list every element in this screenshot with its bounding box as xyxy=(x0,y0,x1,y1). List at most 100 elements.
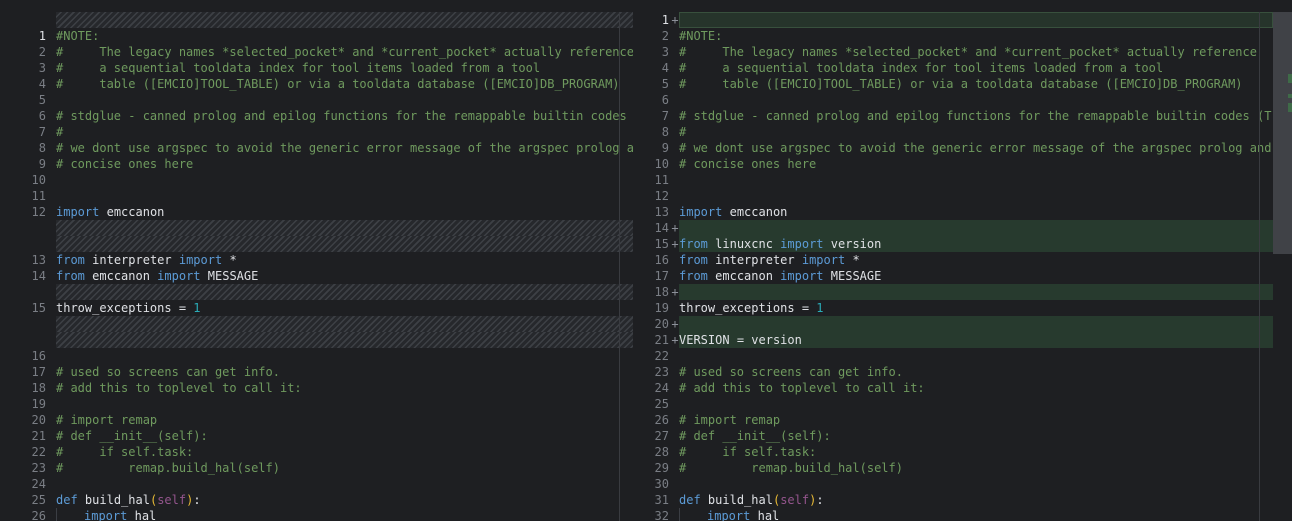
code-text[interactable]: # a sequential tooldata index for tool i… xyxy=(679,60,1163,76)
code-line[interactable]: 23 # used so screens can get info. xyxy=(645,364,1273,380)
code-text[interactable]: import hal xyxy=(679,508,779,521)
code-text[interactable]: # def __init__(self): xyxy=(56,428,208,444)
code-line[interactable]: 26 import hal xyxy=(0,508,633,521)
code-text[interactable]: import emccanon xyxy=(56,204,164,220)
code-line[interactable]: 19 throw_exceptions = 1 xyxy=(645,300,1273,316)
code-text[interactable]: # The legacy names *selected_pocket* and… xyxy=(56,44,633,60)
code-text[interactable]: # add this to toplevel to call it: xyxy=(56,380,302,396)
code-text[interactable]: # table ([EMCIO]TOOL_TABLE) or via a too… xyxy=(679,76,1243,92)
added-code-line[interactable]: 18 + xyxy=(645,284,1273,300)
code-line[interactable]: 8 # xyxy=(645,124,1273,140)
code-text[interactable]: # import remap xyxy=(679,412,780,428)
code-line[interactable]: 21 # def __init__(self): xyxy=(0,428,633,444)
code-line[interactable]: 1 #NOTE: xyxy=(0,28,633,44)
code-line[interactable]: 6 # stdglue - canned prolog and epilog fu… xyxy=(0,108,633,124)
code-line[interactable]: 25 xyxy=(645,396,1273,412)
code-text[interactable]: # if self.task: xyxy=(679,444,816,460)
code-line[interactable]: 12 xyxy=(645,188,1273,204)
code-line[interactable]: 3 # The legacy names *selected_pocket* an… xyxy=(645,44,1273,60)
code-line[interactable]: 10 xyxy=(0,172,633,188)
code-line[interactable]: 16 from interpreter import * xyxy=(645,252,1273,268)
code-line[interactable]: 16 xyxy=(0,348,633,364)
code-line[interactable]: 13 import emccanon xyxy=(645,204,1273,220)
code-text[interactable]: VERSION = version xyxy=(679,332,802,348)
scrollbar-thumb[interactable] xyxy=(1273,12,1292,254)
code-text[interactable]: # def __init__(self): xyxy=(679,428,831,444)
code-text[interactable]: def build_hal(self): xyxy=(56,492,201,508)
code-text[interactable]: # concise ones here xyxy=(56,156,193,172)
code-line[interactable]: 29 # remap.build_hal(self) xyxy=(645,460,1273,476)
code-line[interactable]: 32 import hal xyxy=(645,508,1273,521)
code-line[interactable]: 6 xyxy=(645,92,1273,108)
code-line[interactable]: 9 # concise ones here xyxy=(0,156,633,172)
code-text[interactable]: from linuxcnc import version xyxy=(679,236,881,252)
code-text[interactable]: #NOTE: xyxy=(679,28,722,44)
code-text[interactable]: def build_hal(self): xyxy=(679,492,824,508)
code-text[interactable]: import emccanon xyxy=(679,204,787,220)
change-marker[interactable] xyxy=(1288,74,1292,83)
code-text[interactable]: # a sequential tooldata index for tool i… xyxy=(56,60,540,76)
code-text[interactable]: # remap.build_hal(self) xyxy=(679,460,903,476)
change-marker[interactable] xyxy=(1288,103,1292,112)
code-text[interactable]: # The legacy names *selected_pocket* and… xyxy=(679,44,1257,60)
code-line[interactable]: 1 + xyxy=(645,12,1273,28)
code-line[interactable]: 22 xyxy=(645,348,1273,364)
code-line[interactable]: 25 def build_hal(self): xyxy=(0,492,633,508)
code-line[interactable]: 5 xyxy=(0,92,633,108)
code-line[interactable]: 30 xyxy=(645,476,1273,492)
added-code-line[interactable]: 21 + VERSION = version xyxy=(645,332,1273,348)
code-text[interactable]: # import remap xyxy=(56,412,157,428)
code-text[interactable]: # concise ones here xyxy=(679,156,816,172)
code-text[interactable]: # used so screens can get info. xyxy=(679,364,903,380)
code-line[interactable]: 7 # stdglue - canned prolog and epilog fu… xyxy=(645,108,1273,124)
code-text[interactable]: throw_exceptions = 1 xyxy=(679,300,824,316)
code-text[interactable]: # add this to toplevel to call it: xyxy=(679,380,925,396)
change-marker[interactable] xyxy=(1288,94,1292,98)
code-line[interactable]: 11 xyxy=(0,188,633,204)
code-line[interactable]: 28 # if self.task: xyxy=(645,444,1273,460)
code-line[interactable]: 18 # add this to toplevel to call it: xyxy=(0,380,633,396)
code-line[interactable]: 17 from emccanon import MESSAGE xyxy=(645,268,1273,284)
code-text[interactable]: # we dont use argspec to avoid the gener… xyxy=(56,140,633,156)
added-code-line[interactable]: 15 + from linuxcnc import version xyxy=(645,236,1273,252)
code-line[interactable]: 10 # concise ones here xyxy=(645,156,1273,172)
code-line[interactable]: 4 # a sequential tooldata index for tool … xyxy=(645,60,1273,76)
vertical-scrollbar[interactable] xyxy=(1273,12,1292,521)
code-text[interactable]: from emccanon import MESSAGE xyxy=(56,268,258,284)
code-line[interactable]: 12 import emccanon xyxy=(0,204,633,220)
code-line[interactable]: 8 # we dont use argspec to avoid the gene… xyxy=(0,140,633,156)
code-line[interactable]: 11 xyxy=(645,172,1273,188)
code-line[interactable]: 23 # remap.build_hal(self) xyxy=(0,460,633,476)
code-line[interactable]: 24 # add this to toplevel to call it: xyxy=(645,380,1273,396)
code-line[interactable]: 5 # table ([EMCIO]TOOL_TABLE) or via a to… xyxy=(645,76,1273,92)
code-line[interactable]: 3 # a sequential tooldata index for tool … xyxy=(0,60,633,76)
code-line[interactable]: 7 # xyxy=(0,124,633,140)
code-text[interactable]: #NOTE: xyxy=(56,28,99,44)
code-text[interactable]: import hal xyxy=(56,508,156,521)
code-line[interactable]: 9 # we dont use argspec to avoid the gene… xyxy=(645,140,1273,156)
code-text[interactable]: # stdglue - canned prolog and epilog fun… xyxy=(679,108,1273,124)
code-line[interactable]: 4 # table ([EMCIO]TOOL_TABLE) or via a to… xyxy=(0,76,633,92)
code-line[interactable]: 15 throw_exceptions = 1 xyxy=(0,300,633,316)
code-text[interactable]: # table ([EMCIO]TOOL_TABLE) or via a too… xyxy=(56,76,620,92)
code-line[interactable]: 17 # used so screens can get info. xyxy=(0,364,633,380)
code-text[interactable]: # stdglue - canned prolog and epilog fun… xyxy=(56,108,627,124)
code-line[interactable]: 20 # import remap xyxy=(0,412,633,428)
code-line[interactable]: 19 xyxy=(0,396,633,412)
code-text[interactable]: # xyxy=(56,124,63,140)
code-text[interactable]: # xyxy=(679,124,686,140)
code-line[interactable]: 31 def build_hal(self): xyxy=(645,492,1273,508)
code-text[interactable]: from interpreter import * xyxy=(679,252,860,268)
added-code-line[interactable]: 20 + xyxy=(645,316,1273,332)
code-text[interactable]: from emccanon import MESSAGE xyxy=(679,268,881,284)
code-line[interactable]: 26 # import remap xyxy=(645,412,1273,428)
code-line[interactable]: 27 # def __init__(self): xyxy=(645,428,1273,444)
code-text[interactable]: # if self.task: xyxy=(56,444,193,460)
code-text[interactable]: throw_exceptions = 1 xyxy=(56,300,201,316)
code-text[interactable]: # we dont use argspec to avoid the gener… xyxy=(679,140,1271,156)
code-line[interactable]: 14 from emccanon import MESSAGE xyxy=(0,268,633,284)
added-code-line[interactable]: 14 + xyxy=(645,220,1273,236)
code-line[interactable]: 2 #NOTE: xyxy=(645,28,1273,44)
code-text[interactable]: # remap.build_hal(self) xyxy=(56,460,280,476)
code-line[interactable]: 22 # if self.task: xyxy=(0,444,633,460)
